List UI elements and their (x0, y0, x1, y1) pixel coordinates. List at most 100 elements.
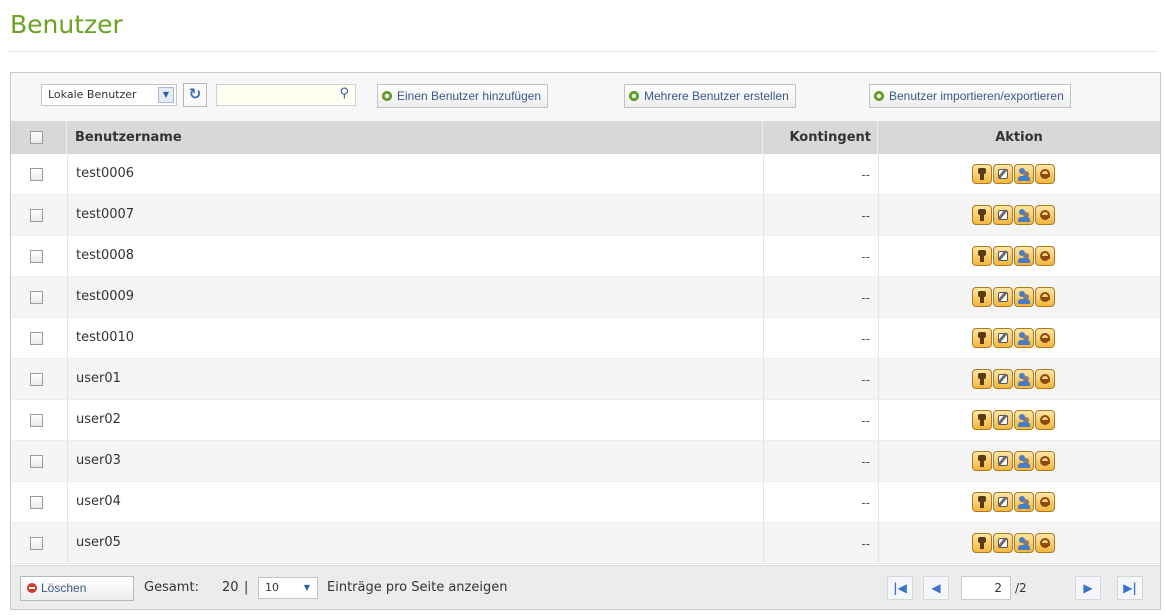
password-icon[interactable] (972, 205, 992, 225)
row-checkbox[interactable] (30, 496, 43, 509)
privilege-icon[interactable] (1035, 410, 1055, 430)
next-page-button[interactable]: ▶ (1075, 576, 1101, 600)
row-checkbox[interactable] (30, 168, 43, 181)
row-checkbox[interactable] (30, 373, 43, 386)
refresh-button[interactable]: ↻ (183, 83, 207, 107)
row-checkbox[interactable] (30, 209, 43, 222)
search-input[interactable] (221, 85, 335, 105)
password-icon[interactable] (972, 246, 992, 266)
quota-cell: -- (763, 523, 878, 563)
table-row[interactable]: test0007 -- (11, 195, 1160, 236)
table-row[interactable]: user03 -- (11, 441, 1160, 482)
edit-icon[interactable] (993, 410, 1013, 430)
edit-icon[interactable] (993, 246, 1013, 266)
password-icon[interactable] (972, 492, 992, 512)
edit-icon[interactable] (993, 533, 1013, 553)
table-row[interactable]: test0006 -- (11, 154, 1160, 195)
action-cell (878, 441, 1160, 481)
column-quota[interactable]: Kontingent (763, 121, 878, 154)
row-checkbox[interactable] (30, 250, 43, 263)
search-box[interactable]: ⚲ (216, 84, 356, 106)
privilege-icon[interactable] (1035, 328, 1055, 348)
add-icon (874, 91, 884, 101)
password-icon[interactable] (972, 164, 992, 184)
group-icon[interactable] (1014, 369, 1034, 389)
table-row[interactable]: user04 -- (11, 482, 1160, 523)
privilege-icon[interactable] (1035, 205, 1055, 225)
row-checkbox[interactable] (30, 332, 43, 345)
action-cell (878, 154, 1160, 194)
create-multiple-users-button[interactable]: Mehrere Benutzer erstellen (624, 84, 796, 108)
edit-icon[interactable] (993, 205, 1013, 225)
privilege-icon[interactable] (1035, 287, 1055, 307)
group-icon[interactable] (1014, 287, 1034, 307)
privilege-icon[interactable] (1035, 369, 1055, 389)
group-icon[interactable] (1014, 205, 1034, 225)
password-icon[interactable] (972, 328, 992, 348)
table-row[interactable]: test0008 -- (11, 236, 1160, 277)
edit-icon[interactable] (993, 492, 1013, 512)
chevron-down-icon[interactable]: ▼ (158, 87, 174, 103)
table-row[interactable]: user02 -- (11, 400, 1160, 441)
row-checkbox[interactable] (30, 291, 43, 304)
search-icon[interactable]: ⚲ (339, 86, 349, 101)
username-cell: test0007 (67, 195, 763, 235)
group-icon[interactable] (1014, 164, 1034, 184)
action-cell (878, 523, 1160, 563)
privilege-icon[interactable] (1035, 164, 1055, 184)
row-checkbox[interactable] (30, 537, 43, 550)
username-cell: user02 (67, 400, 763, 440)
password-icon[interactable] (972, 451, 992, 471)
table-row[interactable]: test0010 -- (11, 318, 1160, 359)
edit-icon[interactable] (993, 287, 1013, 307)
first-page-button[interactable]: |◀ (887, 576, 913, 600)
password-icon[interactable] (972, 369, 992, 389)
edit-icon[interactable] (993, 164, 1013, 184)
user-type-select[interactable]: Lokale Benutzer ▼ (41, 84, 177, 106)
previous-page-button[interactable]: ◀ (923, 576, 949, 600)
edit-icon[interactable] (993, 451, 1013, 471)
quota-cell: -- (763, 277, 878, 317)
password-icon[interactable] (972, 533, 992, 553)
privilege-icon[interactable] (1035, 492, 1055, 512)
last-page-icon: ▶| (1123, 581, 1137, 595)
group-icon[interactable] (1014, 246, 1034, 266)
per-page-value: 10 (265, 581, 279, 594)
column-username[interactable]: Benutzername (67, 121, 763, 154)
privilege-icon[interactable] (1035, 451, 1055, 471)
password-icon[interactable] (972, 410, 992, 430)
edit-icon[interactable] (993, 328, 1013, 348)
last-page-button[interactable]: ▶| (1117, 576, 1143, 600)
import-export-button[interactable]: Benutzer importieren/exportieren (869, 84, 1071, 108)
delete-label: Löschen (41, 581, 87, 595)
table-row[interactable]: test0009 -- (11, 277, 1160, 318)
create-multiple-label: Mehrere Benutzer erstellen (644, 89, 789, 103)
edit-icon[interactable] (993, 369, 1013, 389)
delete-button[interactable]: Löschen (20, 576, 134, 601)
chevron-down-icon[interactable]: ▼ (299, 580, 315, 596)
privilege-icon[interactable] (1035, 246, 1055, 266)
per-page-select[interactable]: 10 ▼ (258, 577, 318, 599)
group-icon[interactable] (1014, 328, 1034, 348)
table-row[interactable]: user01 -- (11, 359, 1160, 400)
group-icon[interactable] (1014, 451, 1034, 471)
total-count: 20 (222, 580, 239, 595)
table-row[interactable]: user05 -- (11, 523, 1160, 564)
group-icon[interactable] (1014, 492, 1034, 512)
group-icon[interactable] (1014, 533, 1034, 553)
privilege-icon[interactable] (1035, 533, 1055, 553)
username-cell: user03 (67, 441, 763, 481)
current-page-input[interactable]: 2 (961, 576, 1011, 600)
select-all-checkbox[interactable] (30, 131, 43, 144)
users-panel: Lokale Benutzer ▼ ↻ ⚲ Einen Benutzer hin… (10, 72, 1161, 610)
quota-cell: -- (763, 359, 878, 399)
add-user-button[interactable]: Einen Benutzer hinzufügen (377, 84, 549, 108)
total-label: Gesamt: (144, 580, 199, 595)
password-icon[interactable] (972, 287, 992, 307)
page-title: Benutzer (10, 10, 123, 39)
group-icon[interactable] (1014, 410, 1034, 430)
row-checkbox[interactable] (30, 455, 43, 468)
action-cell (878, 482, 1160, 522)
row-checkbox[interactable] (30, 414, 43, 427)
add-icon (382, 91, 392, 101)
